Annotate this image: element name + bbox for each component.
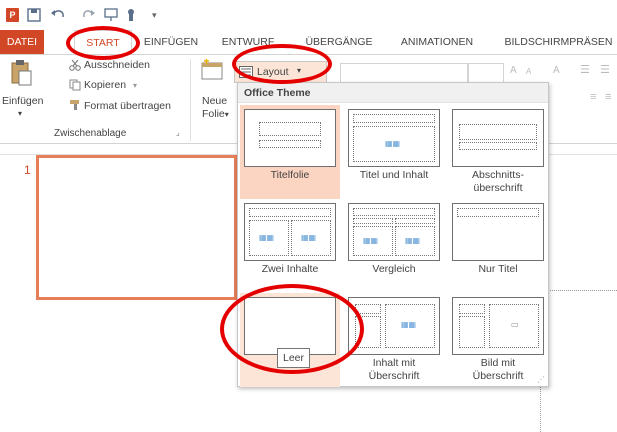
clipboard-launcher-icon[interactable]: ⌟ <box>176 128 180 137</box>
slide-canvas-edge-top <box>540 290 617 291</box>
heading-placeholder-right <box>395 218 435 224</box>
new-slide-label-line1: Neue <box>202 95 228 107</box>
shrink-font-icon[interactable]: A <box>526 67 531 76</box>
layout-caption: Inhalt mit Überschrift <box>368 357 420 382</box>
layout-thumb <box>452 109 544 167</box>
layout-caption: Nur Titel <box>478 263 518 275</box>
group-label-clipboard: Zwischenablage <box>54 128 127 139</box>
slide-number: 1 <box>24 163 31 177</box>
paste-button[interactable]: Einfügen <box>2 95 43 107</box>
title-placeholder <box>353 114 435 123</box>
tab-file[interactable]: DATEI <box>0 30 44 54</box>
redo-icon[interactable] <box>82 8 96 22</box>
title-placeholder <box>353 208 435 216</box>
layout-tile-picture-caption[interactable]: ▭ Bild mit Überschrift <box>448 293 548 387</box>
copy-label: Kopieren <box>84 79 127 91</box>
layout-tile-title-slide[interactable]: Titelfolie <box>240 105 340 199</box>
title-placeholder <box>259 122 321 136</box>
annotation-circle-layout-button <box>232 44 332 84</box>
layout-caption: Titelfolie <box>270 169 310 181</box>
layout-tile-title-only[interactable]: Nur Titel <box>448 199 548 293</box>
new-slide-button[interactable]: Neue Folie▾ <box>202 95 229 121</box>
paste-dropdown-icon[interactable]: ▾ <box>18 109 22 118</box>
layout-tile-section-header[interactable]: Abschnitts- überschrift <box>448 105 548 199</box>
align-center-icon[interactable]: ≡ <box>605 91 611 103</box>
content-icons-left: ▦▦ <box>259 233 275 242</box>
layout-tile-two-content[interactable]: ▦▦ ▦▦ Zwei Inhalte <box>240 199 340 293</box>
layout-tile-title-content[interactable]: ▦▦ Titel und Inhalt <box>344 105 444 199</box>
title-placeholder <box>249 208 331 217</box>
cut-button[interactable]: Ausschneiden <box>84 59 150 71</box>
layout-caption: Vergleich <box>372 263 416 275</box>
paste-icon[interactable] <box>10 59 32 87</box>
title-placeholder <box>457 208 539 217</box>
layout-caption: Zwei Inhalte <box>261 263 319 275</box>
text-placeholder <box>459 316 485 348</box>
layout-thumb <box>452 203 544 261</box>
title-placeholder <box>459 304 485 314</box>
content-icons-right: ▦▦ <box>405 236 421 245</box>
align-left-icon[interactable]: ≡ <box>590 91 596 103</box>
new-slide-label-line2: Folie▾ <box>202 108 229 120</box>
new-slide-icon[interactable] <box>200 59 226 85</box>
touch-mode-icon[interactable] <box>124 8 138 22</box>
slideshow-icon[interactable] <box>104 8 120 22</box>
layout-thumb: ▦▦ <box>348 109 440 167</box>
undo-icon[interactable] <box>50 8 66 22</box>
format-painter-button[interactable]: Format übertragen <box>84 100 171 112</box>
format-painter-icon[interactable] <box>69 99 82 111</box>
font-family-combo[interactable] <box>340 63 468 83</box>
content-icons-left: ▦▦ <box>363 236 379 245</box>
picture-icon: ▭ <box>511 320 519 329</box>
grow-font-icon[interactable]: A <box>510 65 517 76</box>
tab-animations[interactable]: ANIMATIONEN <box>394 30 480 54</box>
font-size-combo[interactable] <box>468 63 504 83</box>
clear-format-icon[interactable]: A <box>553 65 560 76</box>
layout-caption: Bild mit Überschrift <box>472 357 524 382</box>
layout-thumb <box>244 109 336 167</box>
save-icon[interactable] <box>27 8 41 22</box>
customize-qat-icon[interactable]: ▾ <box>152 8 160 22</box>
heading-placeholder-left <box>353 218 393 224</box>
layout-caption: Abschnitts- überschrift <box>472 169 524 194</box>
layout-caption: Titel und Inhalt <box>359 169 429 181</box>
content-icons: ▦▦ <box>385 139 401 148</box>
content-icons: ▦▦ <box>401 320 417 329</box>
quick-access-toolbar: P ▾ <box>0 0 617 30</box>
layout-thumb: ▦▦ ▦▦ <box>244 203 336 261</box>
copy-icon[interactable] <box>69 79 81 91</box>
subtitle-placeholder <box>259 140 321 148</box>
tab-slideshow[interactable]: BILDSCHIRMPRÄSEN <box>500 30 617 54</box>
layout-thumb: ▦▦ ▦▦ <box>348 203 440 261</box>
layout-thumb: ▭ <box>452 297 544 355</box>
title-placeholder <box>459 124 537 140</box>
slide-thumbnail[interactable] <box>36 155 237 300</box>
bullets-icon[interactable]: ☰ <box>580 63 590 76</box>
text-placeholder <box>459 142 537 150</box>
gallery-header: Office Theme <box>238 83 548 103</box>
numbering-icon[interactable]: ☰ <box>600 63 610 76</box>
annotation-circle-start-tab <box>66 26 140 60</box>
annotation-circle-blank-layout <box>220 284 364 374</box>
group-separator <box>190 59 191 141</box>
powerpoint-logo-icon: P <box>6 8 19 22</box>
tab-insert[interactable]: EINFÜGEN <box>140 30 202 54</box>
content-icons-right: ▦▦ <box>301 233 317 242</box>
copy-button[interactable]: Kopieren ▾ <box>84 79 137 91</box>
resize-grip-icon[interactable]: ⋰ <box>537 375 545 384</box>
scissors-icon[interactable] <box>69 59 81 71</box>
copy-dropdown-icon: ▾ <box>132 81 137 90</box>
layout-tile-comparison[interactable]: ▦▦ ▦▦ Vergleich <box>344 199 444 293</box>
